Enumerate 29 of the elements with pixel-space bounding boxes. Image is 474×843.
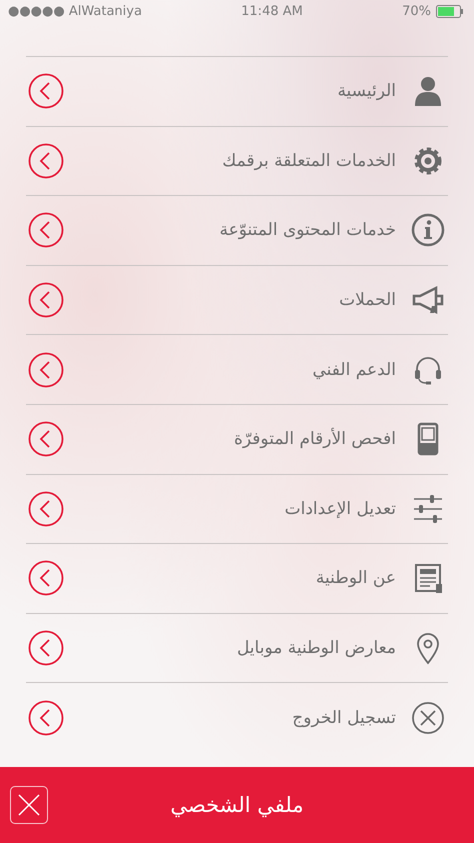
menu-item[interactable]: تسجيل الخروج bbox=[64, 708, 410, 728]
back-arrow-button[interactable] bbox=[28, 560, 64, 596]
back-arrow-button[interactable] bbox=[28, 700, 64, 736]
footer-title: ملفي الشخصي bbox=[170, 793, 304, 817]
back-arrow-button[interactable] bbox=[28, 212, 64, 248]
close-circle-icon bbox=[410, 700, 446, 736]
close-button[interactable] bbox=[10, 786, 48, 824]
menu-item[interactable]: الخدمات المتعلقة برقمك bbox=[64, 150, 410, 171]
status-time: 11:48 AM bbox=[241, 4, 303, 18]
back-arrow-button[interactable] bbox=[28, 73, 64, 110]
back-arrow-button[interactable] bbox=[28, 490, 64, 527]
menu-item[interactable]: عن الوطنية bbox=[64, 568, 410, 588]
battery-icon bbox=[436, 4, 466, 18]
carrier-name: ●●●●● AlWataniya bbox=[8, 4, 142, 18]
menu-item[interactable]: تعديل الإعدادات bbox=[64, 498, 410, 519]
back-arrow-button[interactable] bbox=[28, 282, 64, 318]
back-arrow-button[interactable] bbox=[28, 630, 64, 666]
battery-percent: 70% bbox=[402, 4, 431, 18]
menu-item[interactable]: الرئيسية bbox=[64, 81, 410, 102]
menu-item[interactable]: معارض الوطنية موبايل bbox=[64, 638, 410, 658]
menu-item[interactable]: خدمات المحتوى المتنوّعة bbox=[64, 220, 410, 240]
back-arrow-button[interactable] bbox=[28, 142, 64, 179]
back-arrow-button[interactable] bbox=[28, 421, 64, 458]
menu-item[interactable]: الدعم الفني bbox=[64, 360, 410, 380]
menu-item[interactable]: الحملات bbox=[64, 290, 410, 310]
info-icon bbox=[410, 212, 446, 248]
back-arrow-button[interactable] bbox=[28, 352, 64, 388]
close-icon bbox=[16, 792, 42, 818]
menu-item[interactable]: افحص الأرقام المتوفرّة bbox=[64, 429, 410, 450]
